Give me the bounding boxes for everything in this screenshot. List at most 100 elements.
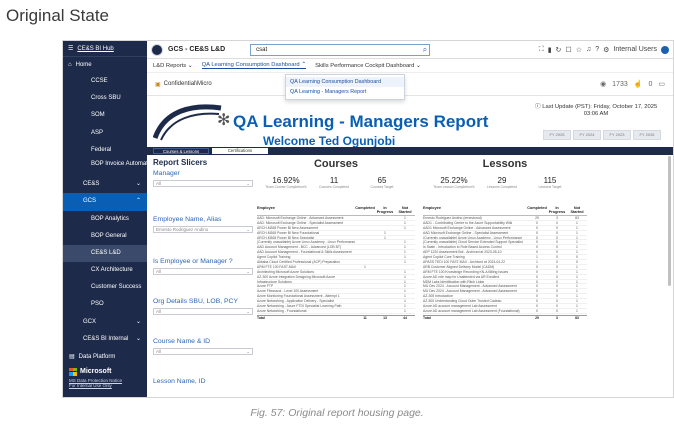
table-cell: ARCH-M365 Power BI New Specialist [257,235,315,240]
nav-qa-dashboard[interactable]: QA Learning Consumption Dashboard ⌃ [201,62,307,69]
favorite-icon[interactable]: ☆ [576,46,582,54]
nav-reports[interactable]: L&D Reports ⌄ [153,63,193,69]
sidebar-item-gcx[interactable]: GCX ⌄ [63,314,147,331]
table-cell: 0 [536,308,538,313]
table-cell: 0 [536,225,538,230]
avatar[interactable] [661,45,669,54]
table-cell [355,221,375,225]
home-icon: ⌂ [68,62,72,68]
tab-courses-lessons[interactable]: Courses & Lessons [153,148,209,154]
fy-button[interactable]: FY 2024 [573,130,601,140]
table-cell: 0 [556,284,558,289]
table-cell: 1 [576,225,578,230]
kpi-course-completion: 16.92% Team Course Completion% [265,176,307,189]
sidebar-home[interactable]: ⌂ Home [63,57,147,73]
user-settings-icon[interactable]: ⚙ [603,46,609,54]
fy-button[interactable]: FY 2025 [543,130,571,140]
sidebar-item-gcs-sub[interactable]: CE&S L&D [63,244,147,263]
table-cell: 1 [404,240,406,245]
fy-button[interactable]: FY 2026 [633,130,661,140]
sidebar-item[interactable]: ASP [63,125,147,142]
table-cell [355,304,375,308]
user-label[interactable]: Internal Users [613,46,657,53]
manager-select[interactable]: All ⌄ [153,180,253,187]
fy-button[interactable]: FY 2023 [603,130,631,140]
sidebar-item[interactable]: Cross SBU [63,90,147,107]
table-cell: 0 [556,308,558,313]
table-total-row: Total 29 3 83 [423,314,587,320]
column-header[interactable]: Completed [355,206,375,214]
sidebar-item[interactable]: CCSE [63,73,147,90]
help-icon[interactable]: ? [595,46,599,53]
table-cell: Infrastructure Solutions [257,279,292,284]
column-header[interactable]: Employee [257,206,355,214]
figure-caption: Fig. 57: Original report housing page. [250,407,424,419]
table-cell [355,216,375,220]
table-cell [355,289,375,293]
table-cell: 1 [576,240,578,245]
hamburger-icon[interactable]: ☰ [68,45,73,52]
table-cell: 1 [576,294,578,299]
comment-icon[interactable]: ▭ [658,80,665,88]
top-bar-icons: ⛶ ▮ ↻ ☐ ☆ ♫ ? ⚙ Internal Users [539,45,669,54]
column-header[interactable]: In Progress [375,206,395,214]
column-header[interactable]: Completed [527,206,547,214]
column-header[interactable]: In Progress [547,206,567,214]
tab-certifications[interactable]: Certifications [212,148,268,154]
table-cell: 1 [576,274,578,279]
table-cell: ARM FTE 100 Knowledge Recording KN-A Bil… [423,269,509,274]
vertical-scrollbar[interactable] [668,156,671,286]
table-cell: Azure AD role map for Unattended via AR … [423,274,499,279]
sidebar-item-gcs[interactable]: GCS ⌃ [63,193,147,211]
table-cell [375,304,395,308]
table-cell: 1 [576,235,578,240]
sidebar-item-ces-internal[interactable]: CE&S BI Internal ⌄ [63,331,147,348]
fullscreen-icon[interactable]: ⛶ [539,46,544,54]
kpi-lesson-completion: 25.22% Team Lesson Completion% [433,176,475,189]
org-select[interactable]: All ⌄ [153,308,253,315]
slicer-is-manager: Is Employee or Manager ? All ⌄ [153,258,253,275]
kpi-lessons-completed: 29 Lessons Completed [487,176,517,189]
employee-select[interactable]: Ernesto Rodriguez Andino ⌄ [153,226,253,233]
table-cell: 3 [556,315,558,320]
column-header[interactable]: Not Started [395,206,415,214]
column-header[interactable]: Employee [423,206,527,214]
sidebar-item-gcs-sub[interactable]: CX Architecture [63,262,147,279]
sidebar-item-data-platform[interactable]: ▤ Data Platform [63,348,147,365]
bookmark-icon[interactable]: ☐ [565,46,571,54]
screenshot-frame: ☰ CE&S BI Hub ⌂ Home CCSE Cross SBU SOM ASP… [62,40,674,398]
dropdown-item-qa-managers[interactable]: QA Learning - Managers Report [286,87,404,97]
dropdown-item-qa-consumption[interactable]: QA Learning Consumption Dashboard [286,77,404,87]
is-manager-select[interactable]: All ⌄ [153,268,253,275]
table-row[interactable]: Azure Networking - Foundational 1 [257,309,415,314]
nav-skills-dashboard[interactable]: Skills Performance Cockpit Dashboard ⌄ [315,63,421,69]
table-cell: AZ-500 Understanding Cloud Outer Trusted… [423,299,502,304]
sidebar-hub[interactable]: ☰ CE&S BI Hub [63,41,147,57]
sidebar-item-gcs-sub[interactable]: BOP General [63,228,147,245]
sidebar-item-ces[interactable]: CE&S ⌄ [63,176,147,193]
sidebar-item-gcs-sub[interactable]: BOP Analytics [63,211,147,228]
sidebar-item-gcs-sub[interactable]: Customer Success [63,279,147,296]
table-row[interactable]: Azure AD account management Lab Assessme… [423,309,587,314]
courses-table: Employee Completed In Progress Not Started A… [257,206,415,320]
sidebar-item[interactable]: SOM [63,107,147,124]
table-cell: 1 [576,230,578,235]
sidebar-item-gcs-sub[interactable]: PSO [63,296,147,313]
table-cell: 1 [576,250,578,255]
like-icon[interactable]: ☝ [634,80,643,88]
sidebar-item[interactable]: Federal [63,142,147,159]
table-cell: 1 [404,299,406,304]
table-cell [355,255,375,259]
refresh-icon[interactable]: ↻ [556,46,562,54]
notification-icon[interactable]: ♫ [586,46,591,53]
search-input[interactable]: csat ⌕ [250,43,431,56]
table-cell: ARM FTE 100 FAST-MAX [257,264,297,269]
course-select[interactable]: All ⌄ [153,348,253,355]
column-header[interactable]: Not Started [567,206,587,214]
confidential-label[interactable]: Confidential\Micro [164,81,212,87]
sidebar-item[interactable]: BOP Invoice Automation [63,159,147,176]
likes-count: 0 [648,80,653,88]
chart-icon[interactable]: ▮ [548,46,552,54]
lessons-kpis: 25.22% Team Lesson Completion% 29 Lessons … [430,176,574,189]
search-icon[interactable]: ⌕ [423,45,427,55]
